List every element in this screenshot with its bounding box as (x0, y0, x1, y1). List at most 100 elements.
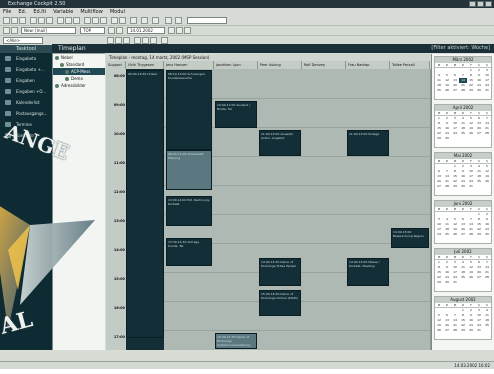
calendar-day[interactable]: 24 (451, 131, 459, 136)
calendar-day[interactable]: 30 (459, 184, 467, 189)
maximize-button[interactable] (477, 1, 484, 7)
calendar-day[interactable]: 26 (483, 179, 491, 184)
sidebar-item[interactable]: Kalenderlist (0, 97, 52, 108)
copy-icon[interactable] (38, 17, 45, 24)
forward-nav-icon[interactable] (11, 27, 18, 34)
calendar-day[interactable]: 27 (459, 232, 467, 237)
calendar-day[interactable]: 26 (435, 328, 443, 333)
week-icon[interactable] (176, 27, 183, 34)
calendar-day[interactable]: 29 (459, 328, 467, 333)
calendar-day[interactable]: 31 (475, 328, 483, 333)
appointment[interactable]: 16:30-17:30 Demo of Exchange Systemvorau… (215, 333, 257, 349)
calendar-day[interactable]: 30 (443, 136, 451, 141)
mini-calendar[interactable]: Juli 2002 MDMDFSS 1 2 3 4 5 6 7 8 9 10 11 12 13 14 15 1… (434, 248, 492, 292)
calendar-icon[interactable] (84, 17, 91, 24)
mini-calendar[interactable]: April 2002 MDMDFSS 1 2 3 4 5 6 7 8 9 10 11 12 13 14 15… (434, 104, 492, 148)
sync-icon[interactable] (141, 17, 148, 24)
schedule-column[interactable] (302, 69, 347, 350)
mini-calendar[interactable]: März 2002 MDMDFSS 1 2 3 4 5 6 7 8 9 10 11 12 13 14 15 1… (434, 56, 492, 100)
sidebar-item[interactable]: Eingabeta (0, 53, 52, 64)
calendar-day[interactable]: 25 (443, 232, 451, 237)
info-icon[interactable] (152, 17, 159, 24)
sort-icon[interactable] (123, 37, 130, 44)
calendar-day[interactable]: 26 (467, 131, 475, 136)
new-icon[interactable] (3, 17, 10, 24)
column-header[interactable]: Rolf Danvey (302, 61, 346, 69)
sidebar-item[interactable]: Termine (0, 119, 52, 130)
calendar-day[interactable]: 25 (459, 131, 467, 136)
mini-calendar[interactable]: August 2002 MDMDFSS 1 2 3 4 5 6 7 8 9 10 11 12 13 14 1… (434, 296, 492, 340)
print-icon[interactable] (19, 17, 26, 24)
tree-node[interactable]: Standard (53, 61, 105, 68)
calendar-day[interactable]: 25 (435, 88, 443, 93)
tasks-icon[interactable] (100, 17, 107, 24)
calendar-day[interactable]: 31 (467, 184, 475, 189)
menu-item[interactable]: Modul (110, 8, 125, 16)
sidebar-item[interactable]: Postausgangs... (0, 108, 52, 119)
exit-icon[interactable] (175, 17, 182, 24)
column-header[interactable]: Support (106, 61, 126, 69)
calendar-day[interactable]: 30 (467, 328, 475, 333)
date-field[interactable]: 14.01.2002 (127, 27, 165, 34)
tree-node[interactable]: Demo (53, 75, 105, 82)
help-icon[interactable] (130, 17, 137, 24)
calendar-day[interactable]: 27 (475, 131, 483, 136)
appointment[interactable]: 14:00-15:30 Demo of Exchange Tollee Pers… (259, 258, 301, 286)
sidebar-item[interactable]: Kontakte (0, 130, 52, 141)
paste-icon[interactable] (46, 17, 53, 24)
appointment[interactable]: 11:00-12:00 Kollege (347, 130, 389, 156)
calendar-day[interactable]: 30 (483, 232, 491, 237)
prev-icon[interactable] (108, 27, 115, 34)
contacts-icon[interactable] (92, 17, 99, 24)
calendar-day[interactable]: 27 (475, 275, 483, 280)
menu-item[interactable]: Variable (53, 8, 73, 16)
mini-calendar[interactable]: Juni 2002 MDMDFSS 1 2 3 4 5 6 7 8 9 10 11 12 13 14 15 1… (434, 200, 492, 244)
calendar-day[interactable]: 24 (435, 232, 443, 237)
calendar-day[interactable]: 29 (451, 184, 459, 189)
column-header[interactable]: Ulrik Thygesen (126, 61, 164, 69)
calendar-day[interactable]: 29 (475, 232, 483, 237)
menu-item[interactable]: Ed. (18, 8, 26, 16)
calendar-day[interactable]: 30 (443, 280, 451, 285)
column-header[interactable]: Jens Hansen (164, 61, 214, 69)
appointment[interactable]: 08:10-13:00 Schulungen, Kundenbesuche (166, 70, 212, 150)
calendar-day[interactable]: 28 (483, 131, 491, 136)
calendar-day[interactable]: 27 (451, 88, 459, 93)
column-header[interactable]: Tollee Persall (390, 61, 430, 69)
settings-icon[interactable] (165, 17, 172, 24)
appointment[interactable]: 15:00-16:30 Demo of Exchange Ordner (MAP… (259, 290, 301, 316)
appointment[interactable]: 08:20-11:00 Arbeitszeit, Planung (166, 150, 212, 190)
menu-item[interactable]: File (3, 8, 11, 16)
calendar-day[interactable]: 26 (467, 275, 475, 280)
calendar-day[interactable]: 28 (483, 275, 491, 280)
open-icon[interactable] (11, 17, 18, 24)
new-item-field[interactable]: New: [mail] (21, 27, 76, 34)
appointment[interactable]: 11:00-12:00 Auswahl Anton, Angebot (259, 130, 301, 156)
calendar-day[interactable]: 31 (451, 280, 459, 285)
back-icon[interactable] (3, 27, 10, 34)
sidebar-item[interactable]: Eingaben (0, 75, 52, 86)
column-header[interactable]: Frau Nadrap (346, 61, 390, 69)
appointment[interactable]: 10:00-11:00 Ausland / Briefe, Tel (215, 101, 257, 128)
close-button[interactable] (485, 1, 492, 7)
calendar-day[interactable]: 28 (451, 328, 459, 333)
appointment[interactable]: 14:00-15:00 Besprechung Region (391, 228, 429, 248)
week-view-icon[interactable] (150, 37, 157, 44)
appointment[interactable]: 13:30-14:30 Anfrage Kunde, Tel (166, 238, 212, 266)
calendar-day[interactable]: 28 (443, 184, 451, 189)
schedule-column[interactable] (346, 69, 391, 350)
calendar-day[interactable]: 25 (459, 275, 467, 280)
calendar-day[interactable]: 25 (475, 179, 483, 184)
cut-icon[interactable] (30, 17, 37, 24)
today-icon[interactable] (168, 27, 175, 34)
calendar-day[interactable]: 30 (475, 88, 483, 93)
schedule-column[interactable] (390, 69, 431, 350)
sidebar-item[interactable]: Eingabeta +... (0, 64, 52, 75)
calendar-day[interactable]: 28 (467, 232, 475, 237)
minimize-button[interactable] (469, 1, 476, 7)
calendar-day[interactable]: 25 (483, 323, 491, 328)
search-icon[interactable] (119, 17, 126, 24)
calendar-day[interactable]: 29 (467, 88, 475, 93)
calendar-day[interactable]: 27 (435, 184, 443, 189)
next-icon[interactable] (116, 27, 123, 34)
